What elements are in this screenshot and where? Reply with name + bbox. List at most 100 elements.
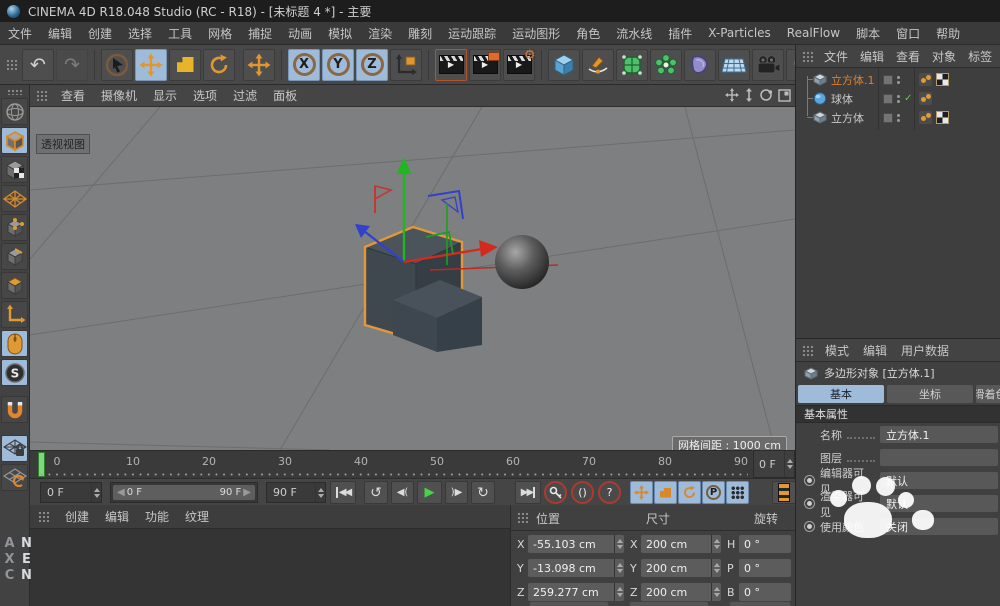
viewport-zoom-icon[interactable] [744, 88, 754, 102]
am-menu-user-data[interactable]: 用户数据 [894, 342, 956, 359]
menu-snap[interactable]: 捕捉 [240, 25, 280, 42]
position-z-field[interactable]: 259.277 cm [528, 583, 624, 601]
points-mode-button[interactable] [1, 214, 28, 241]
motion-clip-button[interactable] [772, 481, 796, 504]
rotation-p-field[interactable]: 0 ° [739, 559, 791, 577]
layer-swatch[interactable] [883, 94, 893, 104]
editor-visibility-radio[interactable] [804, 475, 815, 486]
spline-pen-button[interactable] [582, 49, 614, 81]
size-x-field[interactable]: 200 cm [641, 535, 721, 553]
size-y-spinner[interactable] [711, 559, 721, 577]
coordinates-grip[interactable] [517, 512, 528, 523]
menu-motion-tracker[interactable]: 运动跟踪 [440, 25, 504, 42]
menu-realflow[interactable]: RealFlow [779, 26, 848, 40]
deformer-button[interactable] [684, 49, 716, 81]
edges-mode-button[interactable] [1, 243, 28, 270]
layer-field[interactable] [880, 449, 998, 466]
start-frame-field[interactable]: 0 F [40, 482, 102, 503]
material-manager-grip[interactable] [38, 511, 49, 522]
magnet-snap-button[interactable] [1, 396, 28, 423]
position-x-field[interactable]: -55.103 cm [528, 535, 624, 553]
redo-button[interactable]: ↷ [56, 49, 88, 81]
menu-x-particles[interactable]: X-Particles [700, 26, 779, 40]
menu-character[interactable]: 角色 [568, 25, 608, 42]
phong-tag-icon[interactable] [919, 92, 932, 105]
vp-menu-display[interactable]: 显示 [145, 87, 185, 104]
object-name[interactable]: 立方体.1 [831, 72, 877, 88]
texture-tag-icon[interactable] [936, 73, 949, 86]
menu-render[interactable]: 渲染 [360, 25, 400, 42]
start-frame-spinner[interactable] [91, 483, 101, 502]
last-used-tool-move[interactable] [243, 49, 275, 81]
menu-tools[interactable]: 工具 [160, 25, 200, 42]
position-y-spinner[interactable] [614, 559, 624, 577]
enabled-check-icon[interactable]: ✓ [904, 93, 912, 104]
keyframe-help-button[interactable]: ? [598, 481, 621, 504]
use-color-dropdown[interactable]: 关闭 [880, 518, 998, 535]
tab-coordinates[interactable]: 坐标 [887, 385, 973, 403]
mat-menu-create[interactable]: 创建 [57, 508, 97, 525]
play-reverse-button[interactable]: ↺ [364, 481, 388, 504]
workplane-mode-button[interactable] [1, 185, 28, 212]
om-menu-tags[interactable]: 标签 [962, 48, 998, 65]
end-frame-field[interactable]: 90 F [266, 482, 326, 503]
record-position-toggle[interactable] [630, 481, 653, 504]
lock-z-axis-button[interactable]: Z [356, 49, 388, 81]
basic-properties-section[interactable]: 基本属性 [796, 405, 1000, 423]
model-mode-button[interactable] [1, 127, 28, 154]
menu-edit[interactable]: 编辑 [40, 25, 80, 42]
mat-menu-function[interactable]: 功能 [137, 508, 177, 525]
object-row-cube1[interactable]: 立方体.1 [796, 70, 1000, 89]
material-list-area[interactable] [30, 529, 510, 606]
coords-apply-button[interactable] [729, 601, 791, 606]
object-row-sphere[interactable]: 球体 ✓ [796, 89, 1000, 108]
cloner-button[interactable] [650, 49, 682, 81]
position-z-spinner[interactable] [614, 583, 624, 601]
coords-size-mode-button[interactable] [629, 601, 709, 606]
record-keyframe-button[interactable] [544, 481, 567, 504]
menu-sculpt[interactable]: 雕刻 [400, 25, 440, 42]
subdivision-surface-button[interactable] [616, 49, 648, 81]
menu-pipeline[interactable]: 流水线 [608, 25, 660, 42]
move-tool[interactable] [135, 49, 167, 81]
toolbar-grip[interactable] [6, 59, 17, 70]
workplane-rotate-button[interactable] [1, 464, 28, 491]
record-scale-toggle[interactable] [654, 481, 677, 504]
name-field[interactable]: 立方体.1 [880, 426, 998, 443]
coords-mode-button[interactable] [529, 601, 609, 606]
scale-tool[interactable] [169, 49, 201, 81]
tab-phong[interactable]: 平滑着色(Phong) [976, 385, 1000, 403]
record-parameter-toggle[interactable]: P [702, 481, 725, 504]
next-frame-button[interactable]: )▶ [445, 481, 468, 504]
texture-tag-icon[interactable] [936, 111, 949, 124]
viewport-grip[interactable] [36, 90, 47, 101]
snap-toggle-button[interactable]: S [1, 359, 28, 386]
record-pla-toggle[interactable] [726, 481, 749, 504]
attribute-manager-grip[interactable] [802, 345, 813, 356]
make-editable-button[interactable] [1, 98, 28, 125]
menu-simulate[interactable]: 模拟 [320, 25, 360, 42]
range-end-arrow[interactable]: ▶ [241, 487, 251, 498]
vp-menu-panel[interactable]: 面板 [265, 87, 305, 104]
om-menu-edit[interactable]: 编辑 [854, 48, 890, 65]
editor-visibility-dropdown[interactable]: 默认 [880, 472, 998, 489]
texture-mode-button[interactable] [1, 156, 28, 183]
object-name[interactable]: 立方体 [831, 110, 877, 126]
menu-create[interactable]: 创建 [80, 25, 120, 42]
viewport-rotate-icon[interactable] [759, 88, 773, 102]
rotation-b-field[interactable]: 0 ° [739, 583, 791, 601]
om-menu-objects[interactable]: 对象 [926, 48, 962, 65]
menu-help[interactable]: 帮助 [928, 25, 968, 42]
am-menu-edit[interactable]: 编辑 [856, 342, 894, 359]
vp-menu-options[interactable]: 选项 [185, 87, 225, 104]
end-frame-spinner[interactable] [315, 483, 325, 502]
visibility-dots[interactable] [897, 95, 900, 103]
render-view-button[interactable]: ▶ [435, 49, 467, 81]
viewport-canvas[interactable]: 透视视图 网格间距 : 1000 cm [30, 107, 795, 450]
current-frame-field[interactable]: 0 F [753, 450, 795, 478]
visibility-dots[interactable] [897, 114, 900, 122]
record-rotation-toggle[interactable] [678, 481, 701, 504]
tab-basic[interactable]: 基本 [798, 385, 884, 403]
live-selection-tool[interactable] [101, 49, 133, 81]
rotation-h-field[interactable]: 0 ° [739, 535, 791, 553]
